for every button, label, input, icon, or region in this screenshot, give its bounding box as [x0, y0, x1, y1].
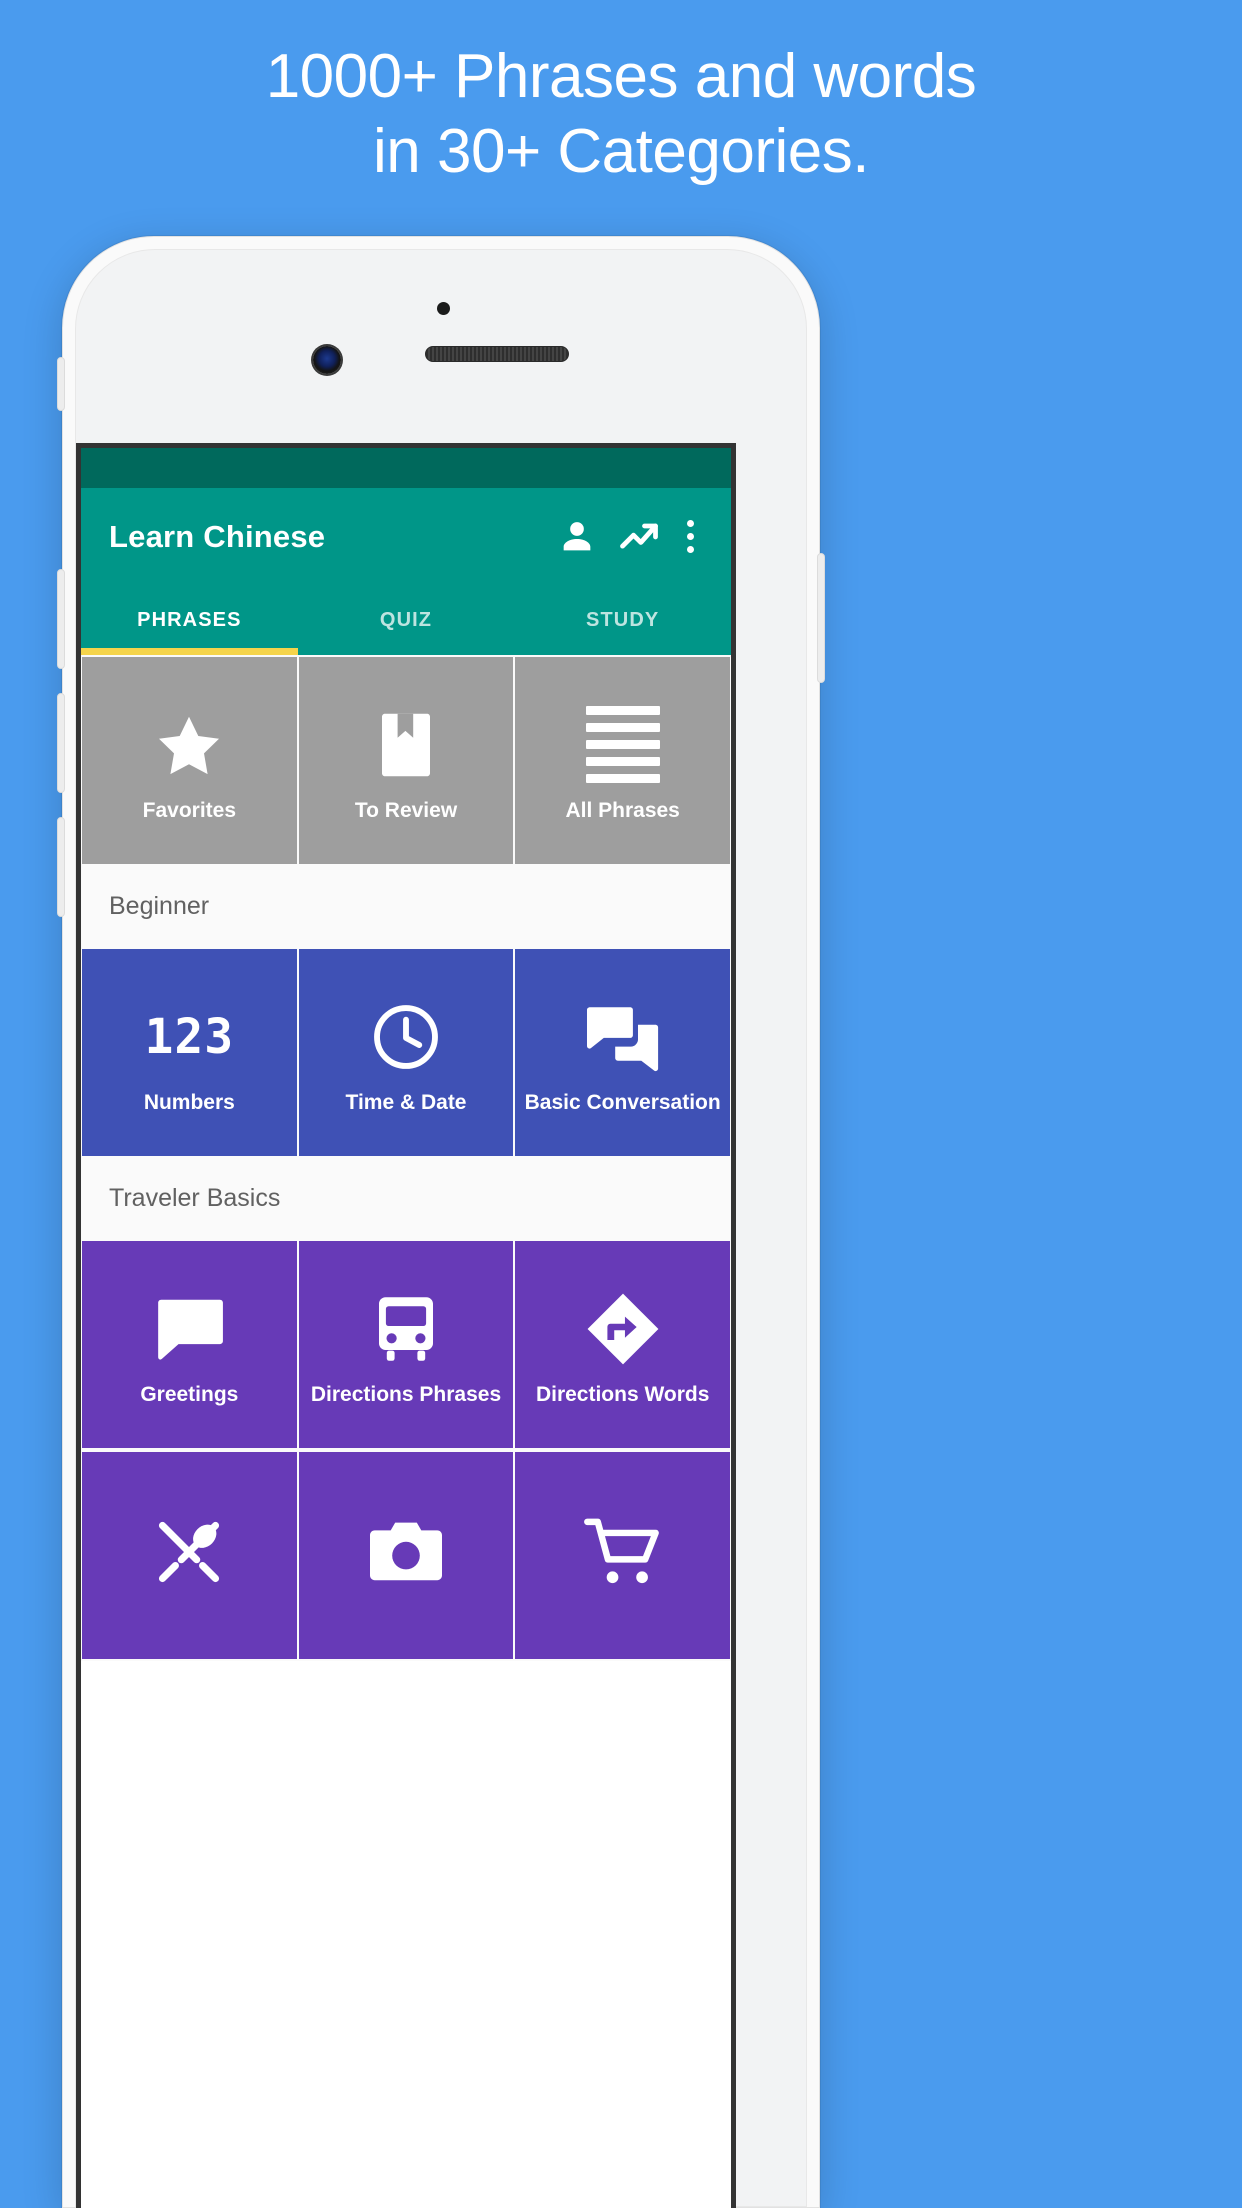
tab-quiz[interactable]: QUIZ — [298, 585, 515, 655]
tile-row: 123 Numbers Time & Date Basic Conversati… — [81, 947, 731, 1158]
restaurant-icon — [152, 1506, 226, 1598]
tile-directions-phrases[interactable]: Directions Phrases — [298, 1241, 514, 1448]
tile-restaurant[interactable] — [82, 1452, 297, 1659]
tile-label: Directions Words — [535, 1382, 710, 1406]
section-header-beginner: Beginner — [81, 866, 731, 947]
tile-camera[interactable] — [298, 1452, 514, 1659]
camera-icon — [367, 1506, 445, 1598]
promo-line-2: in 30+ Categories. — [373, 117, 869, 187]
app-title: Learn Chinese — [109, 518, 326, 554]
phone-button-extra — [57, 817, 65, 917]
tab-study[interactable]: STUDY — [514, 585, 731, 655]
tile-label: Time & Date — [345, 1090, 467, 1114]
shopping-cart-icon — [583, 1506, 663, 1598]
tile-greetings[interactable]: Greetings — [82, 1241, 297, 1448]
directions-sign-icon — [584, 1283, 662, 1375]
tile-basic-conversation[interactable]: Basic Conversation — [515, 949, 731, 1156]
tab-phrases[interactable]: PHRASES — [81, 585, 298, 655]
tile-row — [81, 1450, 731, 1661]
tile-label: To Review — [354, 798, 458, 822]
tile-directions-words[interactable]: Directions Words — [515, 1241, 731, 1448]
tile-row: Greetings Directions Phrases Directions … — [81, 1239, 731, 1450]
tile-row: Favorites To Review All Phrases — [81, 655, 731, 866]
app-toolbar: Learn Chinese — [81, 488, 731, 585]
tile-favorites[interactable]: Favorites — [82, 657, 297, 864]
phone-button-volume-up — [57, 569, 65, 669]
star-icon — [153, 699, 225, 791]
account-icon[interactable] — [549, 509, 605, 565]
tile-label: All Phrases — [565, 798, 680, 822]
clock-icon — [369, 991, 443, 1083]
tile-label: Greetings — [140, 1382, 239, 1406]
chat-bubbles-icon — [584, 991, 662, 1083]
overflow-menu-icon[interactable] — [667, 509, 713, 565]
tile-label: Numbers — [143, 1090, 235, 1114]
tile-numbers[interactable]: 123 Numbers — [82, 949, 297, 1156]
earpiece-speaker-icon — [425, 346, 569, 362]
phone-button-volume-down — [57, 693, 65, 793]
bookmark-icon — [376, 699, 436, 791]
tile-label: Directions Phrases — [310, 1382, 502, 1406]
tile-label: Favorites — [142, 798, 237, 822]
phone-body: Learn Chinese PHRASES QUIZ STUDY Favorit… — [75, 249, 807, 2208]
tile-shopping[interactable] — [515, 1452, 731, 1659]
status-bar — [81, 448, 731, 488]
phone-mockup: Learn Chinese PHRASES QUIZ STUDY Favorit… — [57, 236, 825, 2208]
proximity-sensor-icon — [437, 302, 450, 315]
tile-to-review[interactable]: To Review — [298, 657, 514, 864]
category-list: Favorites To Review All Phrases Beginner… — [81, 655, 731, 1661]
phone-button-silent — [57, 357, 65, 411]
bus-icon — [375, 1283, 437, 1375]
list-icon — [585, 699, 660, 791]
app-screen: Learn Chinese PHRASES QUIZ STUDY Favorit… — [76, 443, 736, 2208]
numbers-icon-text: 123 — [144, 1008, 235, 1065]
tab-bar: PHRASES QUIZ STUDY — [81, 585, 731, 655]
trending-up-icon[interactable] — [611, 509, 667, 565]
tile-label: Basic Conversation — [524, 1090, 721, 1114]
speech-bubble-icon — [152, 1283, 226, 1375]
promo-line-1: 1000+ Phrases and words — [265, 42, 977, 111]
tile-time-and-date[interactable]: Time & Date — [298, 949, 514, 1156]
tab-indicator — [81, 648, 298, 655]
numbers-123-icon: 123 — [144, 991, 234, 1083]
promo-headline: 1000+ Phrases and words in 30+ Categorie… — [0, 44, 1242, 184]
section-header-traveler-basics: Traveler Basics — [81, 1158, 731, 1239]
phone-button-power — [817, 553, 825, 683]
tile-all-phrases[interactable]: All Phrases — [515, 657, 731, 864]
front-camera-icon — [313, 346, 341, 374]
